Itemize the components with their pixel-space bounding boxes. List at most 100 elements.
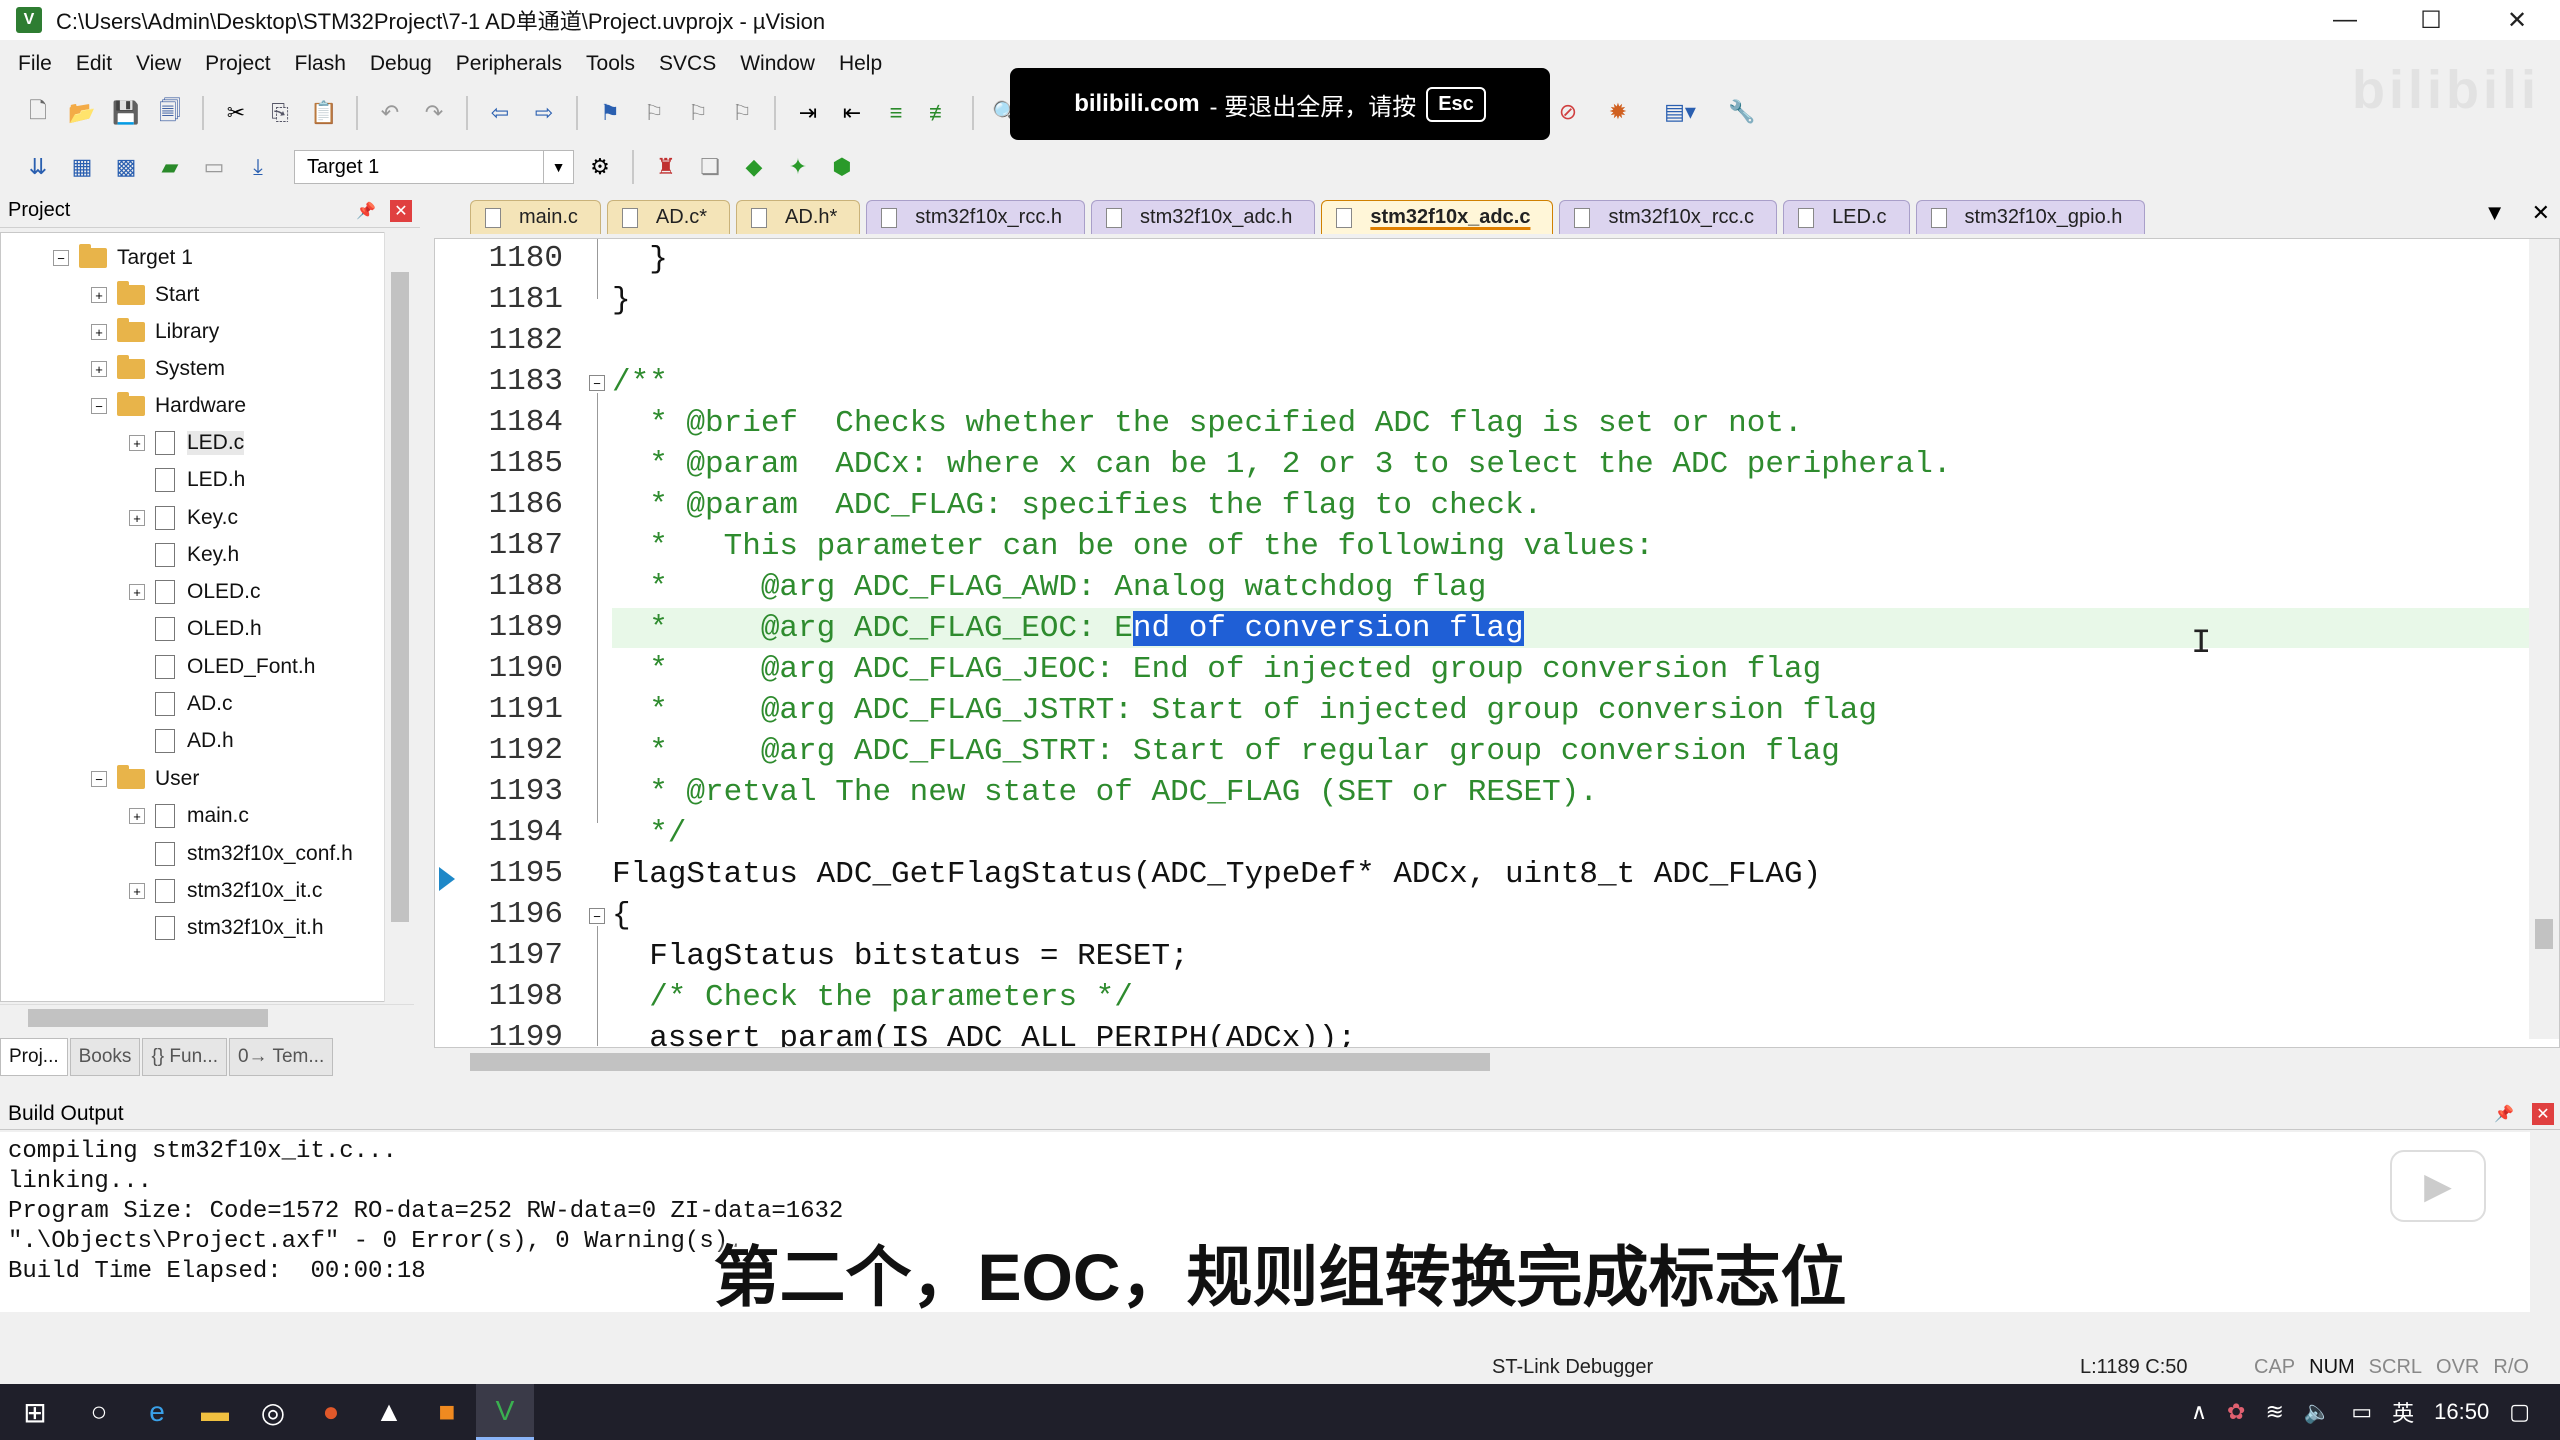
editor-horizontal-scrollbar[interactable] — [440, 1048, 2530, 1076]
wrench-icon[interactable]: 🔧 — [1724, 94, 1760, 130]
save-all-icon[interactable]: 🗐 — [152, 95, 188, 131]
chevron-down-icon[interactable]: ▼ — [543, 151, 573, 183]
battery-icon[interactable]: ▭ — [2351, 1399, 2372, 1425]
menu-peripherals[interactable]: Peripherals — [444, 52, 574, 76]
tab-project[interactable]: Proj... — [0, 1038, 68, 1076]
edge-browser-icon[interactable]: e — [128, 1384, 186, 1440]
download-load-icon[interactable]: ⤓ — [240, 149, 276, 185]
stop-icon[interactable]: ⊘ — [1550, 94, 1586, 130]
scrollbar-thumb[interactable] — [2535, 919, 2553, 949]
expand-icon[interactable]: + — [91, 324, 107, 340]
redo-icon[interactable]: ↷ — [416, 95, 452, 131]
comment-icon[interactable]: ≡ — [878, 95, 914, 131]
tree-horizontal-scrollbar[interactable] — [0, 1004, 414, 1030]
menu-window[interactable]: Window — [728, 52, 827, 76]
tree-node-file[interactable]: + main.c — [129, 799, 249, 833]
next-bookmark-icon[interactable]: ⚐ — [680, 95, 716, 131]
pin-icon[interactable]: 📌 — [2494, 1104, 2514, 1124]
expand-icon[interactable]: + — [91, 361, 107, 377]
window-layout-icon[interactable]: ▤▾ — [1650, 94, 1710, 130]
editor-tab[interactable]: stm32f10x_rcc.h — [866, 200, 1086, 234]
nav-forward-icon[interactable]: ⇨ — [526, 95, 562, 131]
tree-node-file[interactable]: AD.c — [155, 687, 233, 721]
scrollbar-thumb[interactable] — [28, 1009, 268, 1027]
fold-collapse-icon[interactable]: − — [589, 908, 605, 924]
menu-tools[interactable]: Tools — [574, 52, 647, 76]
tree-node-folder[interactable]: + System — [91, 352, 225, 386]
paste-icon[interactable]: 📋 — [306, 95, 342, 131]
cut-icon[interactable]: ✂ — [218, 95, 254, 131]
target-options-icon[interactable]: ⚙ — [582, 149, 618, 185]
tree-vertical-scrollbar[interactable] — [384, 232, 414, 1002]
debug-bug-icon[interactable]: ✹ — [1600, 94, 1636, 130]
tree-node-folder[interactable]: − User — [91, 762, 199, 796]
pack-installer-icon[interactable]: ✦ — [780, 149, 816, 185]
tab-list-chevron-icon[interactable]: ▼ — [2484, 200, 2506, 226]
volume-icon[interactable]: 🔈 — [2304, 1399, 2331, 1425]
expand-icon[interactable]: + — [129, 435, 145, 451]
tree-node-target[interactable]: − Target 1 — [53, 241, 193, 275]
editor-tab[interactable]: stm32f10x_gpio.h — [1915, 200, 2146, 234]
maximize-button[interactable]: ☐ — [2388, 0, 2474, 40]
chevron-up-icon[interactable]: ∧ — [2191, 1399, 2207, 1425]
batch-build-icon[interactable]: ▰ — [152, 149, 188, 185]
search-icon[interactable]: ○ — [70, 1384, 128, 1440]
unindent-icon[interactable]: ⇤ — [834, 95, 870, 131]
close-icon[interactable]: ✕ — [390, 199, 412, 222]
fold-collapse-icon[interactable]: − — [589, 375, 605, 391]
nav-back-icon[interactable]: ⇦ — [482, 95, 518, 131]
tree-node-file[interactable]: LED.h — [155, 463, 245, 497]
scrollbar-thumb[interactable] — [391, 272, 409, 922]
scrollbar-thumb[interactable] — [470, 1053, 1490, 1071]
expand-icon[interactable]: + — [91, 287, 107, 303]
expand-icon[interactable]: + — [129, 808, 145, 824]
bookmark-icon[interactable]: ⚑ — [592, 95, 628, 131]
tree-node-folder[interactable]: + Start — [91, 278, 199, 312]
tree-node-folder[interactable]: + Library — [91, 315, 219, 349]
collapse-icon[interactable]: − — [53, 250, 69, 266]
green-diamond-icon[interactable]: ◆ — [736, 149, 772, 185]
collapse-icon[interactable]: − — [91, 771, 107, 787]
prev-bookmark-icon[interactable]: ⚐ — [636, 95, 672, 131]
save-icon[interactable]: 💾 — [108, 95, 144, 131]
photos-icon[interactable]: ▲ — [360, 1384, 418, 1440]
expand-icon[interactable]: + — [129, 584, 145, 600]
tab-templates[interactable]: 0→ Tem... — [228, 1038, 334, 1076]
video-play-icon[interactable]: ▶ — [2390, 1150, 2486, 1222]
file-extensions-icon[interactable]: ❏ — [692, 149, 728, 185]
undo-icon[interactable]: ↶ — [372, 95, 408, 131]
tree-node-file[interactable]: stm32f10x_conf.h — [155, 837, 353, 871]
text-selection[interactable]: nd of conversion flag — [1132, 610, 1524, 646]
tab-functions[interactable]: {} Fun... — [142, 1038, 227, 1076]
editor-tab[interactable]: LED.c — [1783, 200, 1910, 234]
pin-icon[interactable]: 📌 — [356, 201, 376, 221]
file-explorer-icon[interactable]: ▬ — [186, 1384, 244, 1440]
editor-tab[interactable]: AD.c* — [606, 200, 731, 234]
editor-tab[interactable]: stm32f10x_adc.h — [1091, 200, 1316, 234]
tree-node-file[interactable]: + stm32f10x_it.c — [129, 874, 322, 908]
tree-node-file[interactable]: + Key.c — [129, 501, 238, 535]
clear-bookmarks-icon[interactable]: ⚐ — [724, 95, 760, 131]
translate-icon[interactable]: ⇊ — [20, 149, 56, 185]
stop-build-icon[interactable]: ▭ — [196, 149, 232, 185]
expand-icon[interactable]: + — [129, 883, 145, 899]
app-icon[interactable]: ◎ — [244, 1384, 302, 1440]
run-time-env-icon[interactable]: ⬢ — [824, 149, 860, 185]
menu-project[interactable]: Project — [193, 52, 282, 76]
close-button[interactable]: ✕ — [2474, 0, 2560, 40]
editor-vertical-scrollbar[interactable] — [2529, 239, 2559, 1039]
new-file-icon[interactable]: 🗋 — [20, 95, 56, 131]
tree-node-folder[interactable]: − Hardware — [91, 389, 246, 423]
menu-edit[interactable]: Edit — [64, 52, 124, 76]
target-select[interactable]: Target 1 ▼ — [294, 150, 574, 184]
close-icon[interactable]: ✕ — [2532, 1102, 2554, 1125]
copy-icon[interactable]: ⎘ — [262, 95, 298, 131]
tree-node-file[interactable]: + LED.c — [129, 426, 245, 460]
editor-tab[interactable]: AD.h* — [736, 200, 861, 234]
manage-components-icon[interactable]: ♜ — [648, 149, 684, 185]
sublime-icon[interactable]: ■ — [418, 1384, 476, 1440]
editor-tab-active[interactable]: stm32f10x_adc.c — [1321, 200, 1554, 234]
build-icon[interactable]: ▦ — [64, 149, 100, 185]
menu-file[interactable]: File — [6, 52, 64, 76]
uncomment-icon[interactable]: ≢ — [922, 95, 958, 131]
